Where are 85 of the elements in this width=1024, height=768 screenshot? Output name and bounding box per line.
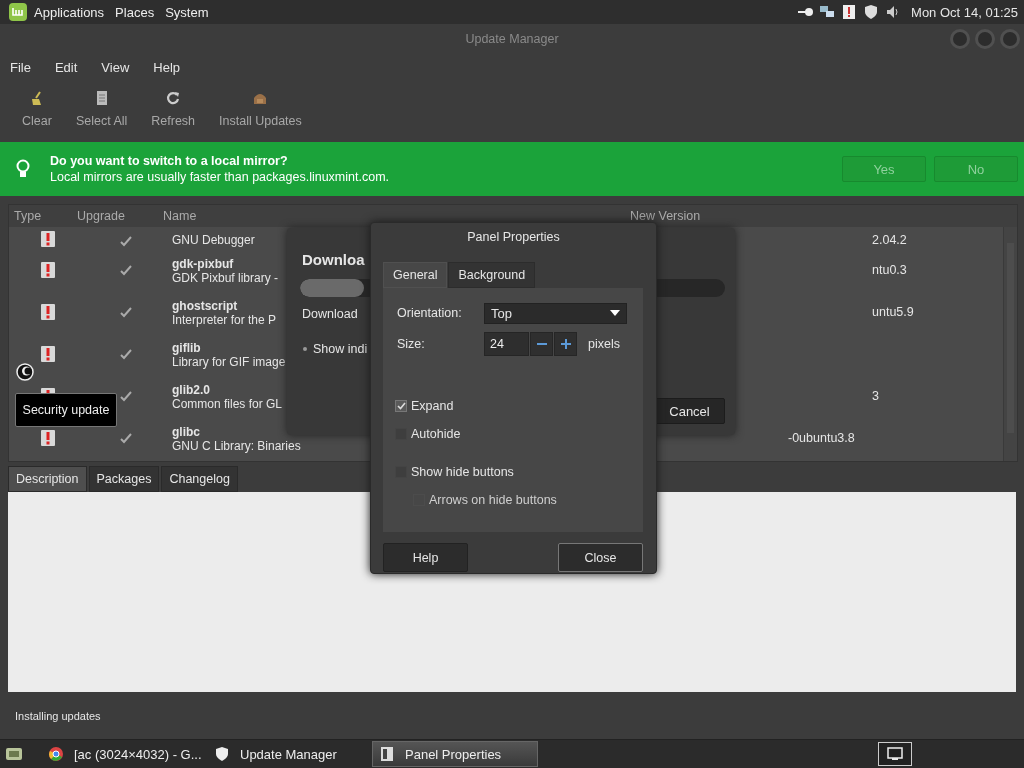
package-name: gdk-pixbuf xyxy=(172,256,234,271)
toolbar-button[interactable]: Select All xyxy=(65,80,138,138)
warning-icon[interactable] xyxy=(841,4,858,20)
window-icon xyxy=(379,746,395,762)
toolbar-button[interactable]: Install Updates xyxy=(209,80,312,138)
taskbar-button[interactable]: Panel Properties xyxy=(372,741,538,767)
dialog-button[interactable]: Help xyxy=(383,543,468,572)
package-description: GNU Debugger xyxy=(172,233,256,247)
dialog-heading: Downloa xyxy=(302,251,365,268)
checkbox[interactable]: Expand xyxy=(395,395,454,417)
column-header[interactable]: New Version xyxy=(630,209,701,223)
orientation-dropdown[interactable]: Top xyxy=(484,302,627,324)
package-description: Interpreter for the P xyxy=(172,312,278,327)
version-text: 2.04.2 xyxy=(872,233,907,247)
window-title: Update Manager xyxy=(465,32,559,46)
field-label: Orientation: xyxy=(397,306,463,320)
tab[interactable]: Packages xyxy=(88,466,160,492)
decrement-button[interactable] xyxy=(530,332,553,356)
network-icon[interactable] xyxy=(819,4,836,20)
dialog-button[interactable]: Close xyxy=(558,543,643,572)
checkmark-icon[interactable] xyxy=(119,348,132,360)
info-title: Do you want to switch to a local mirror? xyxy=(50,154,289,168)
column-header[interactable]: Upgrade xyxy=(77,209,163,223)
menu-item[interactable]: View xyxy=(96,59,140,75)
version-text: 3 xyxy=(872,389,879,403)
menu-logo-icon[interactable] xyxy=(8,2,28,22)
desktop-icon xyxy=(887,747,903,761)
minus-icon xyxy=(536,343,547,345)
checkmark-icon xyxy=(396,402,406,410)
column-header[interactable]: Type xyxy=(9,209,77,223)
dialog-title: Panel Properties xyxy=(466,229,561,246)
panel-menu[interactable]: System xyxy=(165,4,214,20)
version-text: -0ubuntu3.8 xyxy=(788,431,855,445)
info-message: Local mirrors are usually faster than packages.linuxmint.com. xyxy=(50,170,391,184)
package-name: giflib xyxy=(172,340,201,355)
package-description: Common files for GL xyxy=(172,396,284,411)
cancel-button[interactable]: Cancel xyxy=(654,398,725,424)
column-header[interactable]: Name xyxy=(163,209,630,223)
checkmark-icon[interactable] xyxy=(119,235,132,247)
globe-icon xyxy=(48,746,64,762)
package-name: glib2.0 xyxy=(172,382,210,397)
size-field[interactable]: 24 xyxy=(484,332,529,356)
package-name: ghostscript xyxy=(172,298,238,313)
tab[interactable]: Background xyxy=(448,262,536,288)
tooltip: Security update xyxy=(15,393,117,427)
package-name: glibc xyxy=(172,424,200,439)
unit-label: pixels xyxy=(588,337,620,351)
increment-button[interactable] xyxy=(554,332,577,356)
plus-icon xyxy=(560,339,571,349)
checkmark-icon[interactable] xyxy=(119,390,132,402)
menu-item[interactable]: Help xyxy=(148,59,191,75)
menu-item[interactable]: File xyxy=(5,59,41,75)
taskbar-button[interactable]: Update Manager xyxy=(208,741,374,767)
status-text: Installing updates xyxy=(15,709,101,722)
tab[interactable]: Changelog xyxy=(161,466,238,492)
clock[interactable]: Mon Oct 14, 01:25 xyxy=(911,4,1018,20)
tab[interactable]: General xyxy=(383,262,448,288)
version-text: untu5.9 xyxy=(872,305,914,319)
package-description: GDK Pixbuf library - xyxy=(172,270,280,285)
checkbox[interactable]: Autohide xyxy=(395,423,461,445)
expander-label[interactable]: Show indi xyxy=(313,342,368,356)
panel-menu[interactable]: Applications xyxy=(34,4,110,20)
checkmark-icon[interactable] xyxy=(119,432,132,444)
dialog-text: Download xyxy=(302,307,358,321)
toolbar-button[interactable]: Refresh xyxy=(141,80,206,138)
tab[interactable]: Description xyxy=(8,466,87,492)
checkbox[interactable]: Show hide buttons xyxy=(395,461,514,483)
show-desktop-button[interactable] xyxy=(878,742,912,766)
menu-item[interactable]: Edit xyxy=(49,59,88,75)
cursor-icon xyxy=(16,363,34,381)
expander-icon xyxy=(302,346,308,352)
shield-icon xyxy=(214,746,230,762)
panel-menu[interactable]: Places xyxy=(115,4,160,20)
checkmark-icon[interactable] xyxy=(119,306,132,318)
scrollbar[interactable] xyxy=(1003,227,1017,461)
field-label: Size: xyxy=(397,337,426,351)
shield-icon[interactable] xyxy=(863,4,880,20)
toolbar-button[interactable]: Clear xyxy=(12,80,62,138)
caret-icon xyxy=(610,310,620,316)
version-text: ntu0.3 xyxy=(872,263,907,277)
refresh-icon xyxy=(165,90,182,106)
taskbar-button[interactable]: [ac (3024×4032) - G... xyxy=(42,741,208,767)
checkmark-icon[interactable] xyxy=(119,264,132,276)
lightbulb-icon xyxy=(16,159,30,179)
package-description: Library for GIF image xyxy=(172,354,287,369)
